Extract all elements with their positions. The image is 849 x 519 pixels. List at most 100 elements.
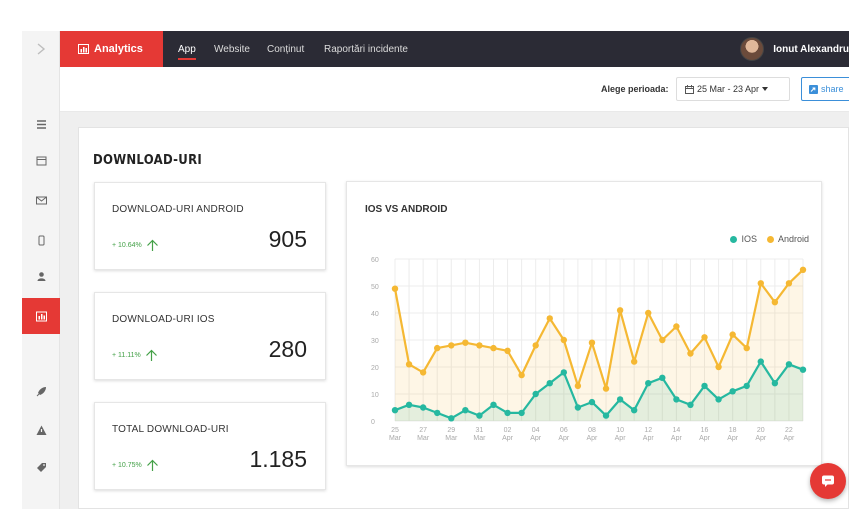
x-tick-label: Mar [473, 435, 486, 442]
data-point-android [616, 307, 624, 314]
x-tick-label: Mar [445, 435, 458, 442]
data-point-android [799, 266, 807, 273]
data-point-ios [729, 388, 736, 395]
x-tick-label: 12 [644, 427, 652, 434]
ios-vs-android-chart-card: IOS VS ANDROID IOS Android 0 10 20 30 40 50 60… [346, 181, 822, 466]
x-tick-label: 08 [588, 427, 596, 434]
data-point-ios [616, 396, 624, 403]
data-point-ios [645, 380, 652, 387]
y-tick-label: 0 [371, 419, 375, 426]
x-tick-label: 31 [476, 427, 484, 434]
brand-label: Analytics [94, 43, 143, 55]
x-tick-label: Apr [755, 435, 767, 442]
data-point-ios [630, 407, 638, 414]
nav-app[interactable]: App [178, 31, 196, 67]
data-point-android [546, 315, 553, 322]
data-point-android [757, 280, 764, 287]
data-point-ios [602, 412, 610, 419]
nav-raportari-incidente[interactable]: Raportări incidente [324, 31, 408, 67]
x-tick-label: Apr [643, 435, 655, 442]
data-point-android [729, 331, 736, 338]
x-tick-label: 20 [757, 427, 765, 434]
data-point-android [602, 385, 610, 392]
x-tick-label: Apr [699, 435, 711, 442]
data-point-android [588, 339, 596, 346]
sidebar-item-envelope[interactable] [22, 182, 60, 218]
period-picker[interactable]: 25 Mar - 23 Apr [676, 77, 790, 101]
data-point-ios [405, 401, 413, 408]
sidebar-item-calendar[interactable] [22, 142, 60, 178]
y-tick-label: 40 [371, 311, 379, 318]
rocket-icon [36, 386, 46, 396]
sidebar-item-list[interactable] [22, 106, 60, 142]
data-point-ios [771, 380, 779, 387]
data-point-ios [799, 366, 807, 373]
card-change: + 10.75% [112, 459, 159, 472]
x-tick-label: Apr [783, 435, 795, 442]
sidebar-item-chart[interactable] [22, 298, 60, 334]
top-navbar: Analytics App Website Conținut Raportări… [60, 31, 849, 67]
data-point-android [630, 358, 638, 365]
share-button[interactable]: share [801, 77, 849, 101]
period-label: Alege perioada: [601, 84, 669, 94]
data-point-android [743, 344, 750, 352]
user-menu[interactable]: Ionut Alexandru [740, 31, 849, 67]
y-tick-label: 10 [371, 392, 379, 399]
warning-icon [36, 425, 46, 435]
chevron-right-icon[interactable] [22, 31, 60, 67]
data-point-android [476, 342, 483, 349]
data-point-android [574, 382, 582, 390]
chat-button[interactable] [810, 463, 846, 499]
data-point-android [532, 342, 539, 349]
x-tick-label: Apr [502, 435, 514, 442]
nav-continut[interactable]: Conținut [267, 31, 304, 67]
y-tick-label: 50 [371, 284, 379, 291]
x-tick-label: Apr [558, 435, 570, 442]
data-point-android [434, 344, 441, 352]
arrow-up-icon [145, 349, 157, 361]
data-point-ios [574, 404, 582, 411]
y-tick-label: 20 [371, 365, 379, 372]
x-tick-label: Apr [615, 435, 627, 442]
card-value: 280 [268, 336, 307, 362]
x-tick-label: Apr [671, 435, 683, 442]
share-label: share [821, 84, 844, 94]
data-point-android [504, 347, 511, 354]
data-point-ios [490, 401, 497, 408]
data-point-android [645, 309, 652, 317]
sidebar-item-user[interactable] [22, 258, 60, 294]
x-tick-label: 22 [785, 427, 793, 434]
x-tick-label: 16 [701, 427, 709, 434]
user-name: Ionut Alexandru [773, 43, 849, 55]
data-point-android [518, 371, 525, 379]
x-tick-label: 18 [729, 427, 737, 434]
sidebar-item-warning[interactable] [22, 412, 60, 448]
data-point-ios [743, 382, 750, 390]
sidebar-item-tag[interactable] [22, 449, 60, 485]
user-icon [37, 271, 45, 281]
data-point-android [560, 336, 568, 344]
card-value: 905 [268, 226, 307, 252]
share-icon [809, 84, 818, 94]
tag-icon [36, 462, 46, 472]
x-tick-label: Mar [389, 435, 402, 442]
card-change-value: + 10.64% [112, 242, 142, 249]
data-point-android [490, 344, 497, 352]
data-point-android [391, 285, 399, 292]
brand-analytics[interactable]: Analytics [60, 31, 163, 67]
data-point-ios [419, 404, 427, 411]
nav-website[interactable]: Website [214, 31, 250, 67]
x-tick-label: 10 [616, 427, 624, 434]
data-point-ios [673, 396, 680, 403]
chat-icon [822, 475, 834, 487]
card-change: + 11.11% [112, 349, 158, 362]
caret-down-icon [762, 87, 769, 91]
data-point-ios [687, 401, 694, 408]
mobile-icon [38, 235, 44, 245]
section-title: DOWNLOAD-URI [93, 153, 202, 168]
arrow-up-icon [146, 239, 158, 251]
sidebar-item-mobile[interactable] [22, 222, 60, 258]
data-point-android [785, 280, 793, 287]
data-point-ios [588, 398, 596, 406]
sidebar-item-rocket[interactable] [22, 373, 60, 409]
